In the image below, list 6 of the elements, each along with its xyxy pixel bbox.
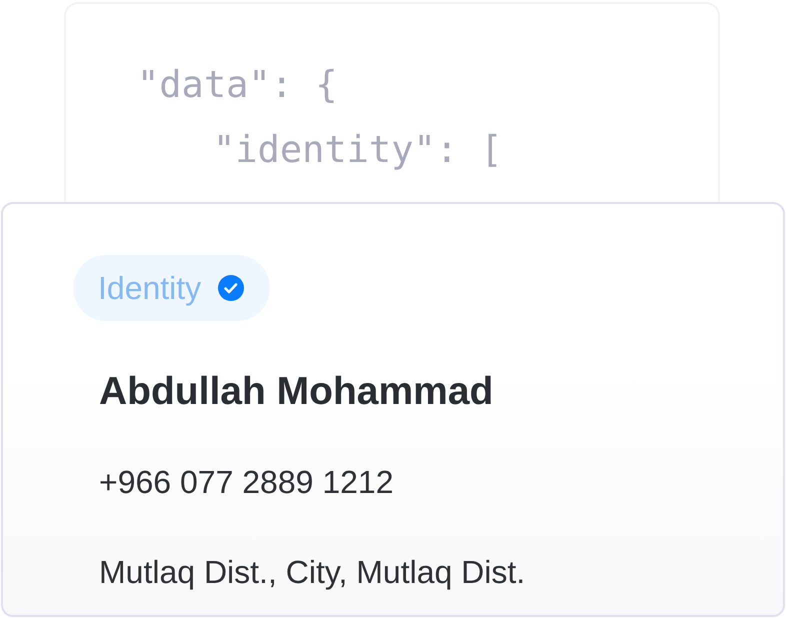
address-text: Mutlaq Dist., City, Mutlaq Dist. bbox=[99, 553, 526, 592]
person-name: Abdullah Mohammad bbox=[99, 369, 494, 415]
code-line: "data": { bbox=[137, 62, 338, 108]
code-line: "identity": [ bbox=[213, 127, 504, 173]
phone-number: +966 077 2889 1212 bbox=[99, 463, 395, 502]
identity-badge: Identity bbox=[73, 255, 270, 321]
